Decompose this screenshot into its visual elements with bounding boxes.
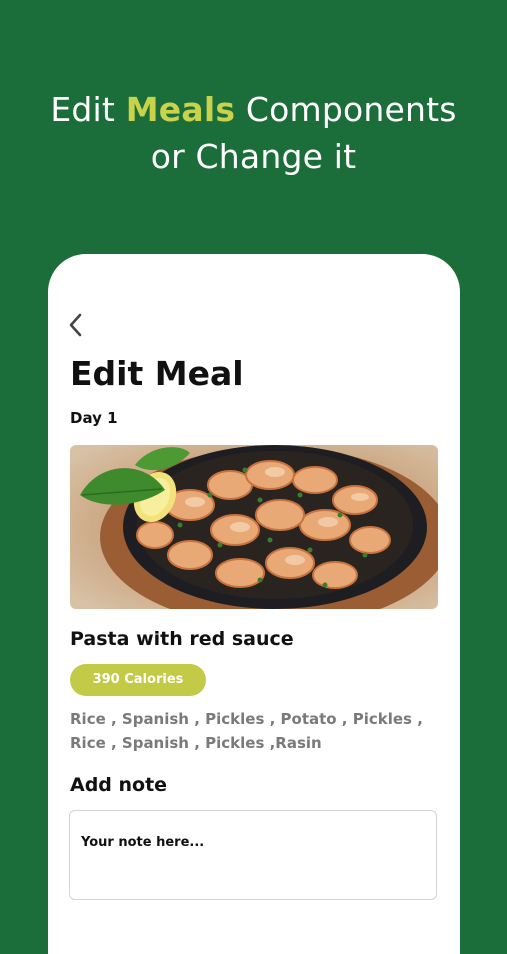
ingredients-list: Rice , Spanish , Pickles , Potato , Pick…: [70, 710, 423, 752]
page-title: Edit Meal: [70, 354, 244, 393]
meal-photo: [70, 445, 438, 609]
day-label: Day 1: [70, 409, 118, 427]
calories-badge: 390 Calories: [70, 664, 206, 696]
add-note-label: Add note: [70, 774, 168, 796]
note-input[interactable]: Your note here...: [69, 810, 437, 900]
headline-prefix: Edit: [50, 90, 126, 129]
headline-accent: Meals: [125, 90, 236, 129]
headline-suffix: Components: [235, 90, 457, 129]
chevron-left-icon: [69, 313, 82, 337]
headline-line-1: Edit Meals Components: [0, 86, 507, 133]
phone-screen-card: Edit Meal Day 1 Pasta with red sauce 390…: [48, 254, 460, 954]
note-placeholder: Your note here...: [81, 835, 205, 850]
back-button[interactable]: [66, 312, 88, 338]
promo-headline: Edit Meals Components or Change it: [0, 86, 507, 180]
meal-name: Pasta with red sauce: [70, 628, 294, 650]
headline-line-2: or Change it: [150, 137, 357, 176]
